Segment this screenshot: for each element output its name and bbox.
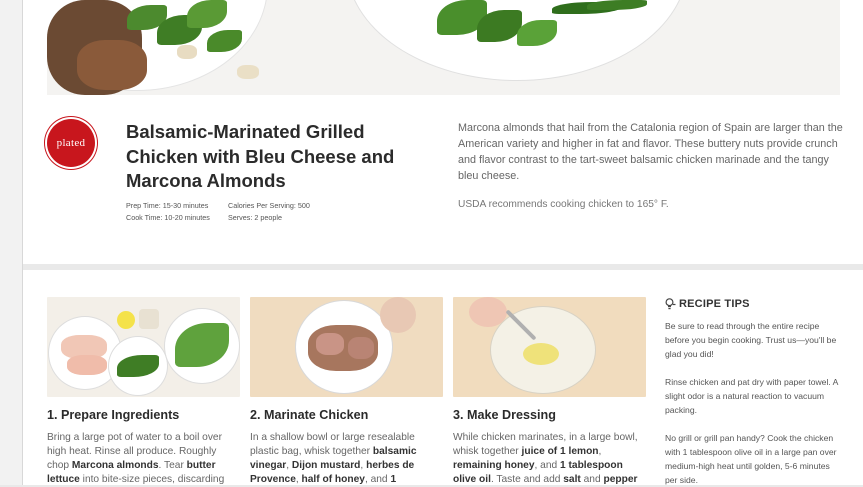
step-1-title: 1. Prepare Ingredients [47,408,180,422]
tip-item: Be sure to read through the entire recip… [665,321,837,359]
recipe-times: Prep Time: 15-30 minutes Cook Time: 10-2… [126,200,210,224]
usda-note: USDA recommends cooking chicken to 165° … [458,199,669,210]
recipe-description: Marcona almonds that hail from the Catal… [458,122,843,182]
step-3-title: 3. Make Dressing [453,408,556,422]
ingredient-emphasis: half of honey [301,474,365,485]
ingredient-emphasis: remaining honey [453,460,535,471]
serves: Serves: 2 people [228,213,282,222]
hero-photo [47,0,840,95]
ingredient-emphasis: Marcona almonds [71,460,159,471]
cook-time: Cook Time: 10-20 minutes [126,213,210,222]
ingredient-emphasis: pepper [603,474,638,485]
step-2-title: 2. Marinate Chicken [250,408,369,422]
ingredient-emphasis: salt [563,474,581,485]
ingredient-emphasis: 1 [390,474,397,485]
recipe-tips-heading: RECIPE TIPS [665,298,843,310]
lightbulb-icon [665,298,676,310]
step-text-run: , and [534,460,561,471]
ingredient-emphasis: Dijon mustard [291,460,361,471]
step-text-run: , and [364,474,391,485]
step-text-run: . Taste and add [490,474,564,485]
recipe-steps-page: 1. Prepare Ingredients Bring a large pot… [23,270,863,485]
step-1: 1. Prepare Ingredients Bring a large pot… [47,297,240,487]
step-1-text: Bring a large pot of water to a boil ove… [47,431,240,487]
step-text-run: into bite-size pieces, discarding [79,474,225,485]
logo-text: plated [56,137,86,149]
step-text-run: and [580,474,604,485]
recipe-header-page: plated Balsamic-Marinated Grilled Chicke… [23,0,863,264]
step-2: 2. Marinate Chicken In a shallow bowl or… [250,297,443,487]
ingredient-emphasis: juice of 1 lemon [521,446,599,457]
recipe-title: Balsamic-Marinated Grilled Chicken with … [126,121,395,191]
plated-logo: plated [47,119,95,167]
step-3-photo [453,297,646,397]
tip-item: Rinse chicken and pat dry with paper tow… [665,377,838,415]
step-3-text: While chicken marinates, in a large bowl… [453,431,646,487]
tip-item: No grill or grill pan handy? Cook the ch… [665,433,837,485]
left-page-edge [0,0,23,485]
step-text-run: , [598,446,602,457]
recipe-tips-title: RECIPE TIPS [679,298,750,310]
calories-per-serving: Calories Per Serving: 500 [228,201,310,210]
step-1-photo [47,297,240,397]
prep-time: Prep Time: 15-30 minutes [126,201,209,210]
step-3: 3. Make Dressing While chicken marinates… [453,297,646,487]
step-2-text: In a shallow bowl or large resealable pl… [250,431,443,487]
step-2-photo [250,297,443,397]
step-text-run: . Tear [158,460,187,471]
recipe-nutrition: Calories Per Serving: 500 Serves: 2 peop… [228,200,310,224]
recipe-tips: RECIPE TIPS Be sure to read through the … [665,298,843,487]
